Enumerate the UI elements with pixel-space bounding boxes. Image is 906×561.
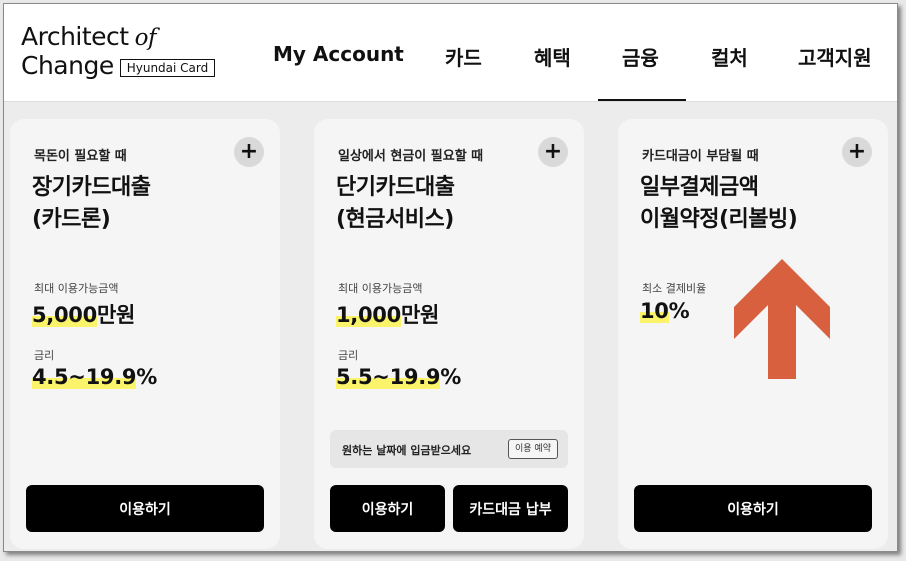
interest-label: 금리 [34,349,55,362]
interest-label: 금리 [338,349,359,362]
pay-card-bill-button[interactable]: 카드대금 납부 [453,485,568,532]
reservation-note-text: 원하는 날짜에 입금받으세요 [342,444,472,457]
expand-plus-icon[interactable]: + [538,137,568,167]
min-payment-label: 최소 결제비율 [642,282,707,295]
card-title: 일부결제금액 이월약정(리볼빙) [640,172,798,236]
interest-number: 4.5~19.9 [32,365,137,389]
card-subtitle: 목돈이 필요할 때 [34,149,127,164]
min-payment-unit: % [668,299,690,323]
logo-line1: Architect of [21,23,215,52]
max-amount-unit: 만원 [400,303,439,327]
expand-plus-icon[interactable]: + [842,137,872,167]
max-amount-value: 1,000만원 [336,299,439,329]
nav-my-account[interactable]: My Account [273,42,404,66]
up-arrow-annotation-icon [734,259,830,379]
card-subtitle: 일상에서 현금이 필요할 때 [338,149,484,164]
nav-finance[interactable]: 금융 [622,42,659,71]
max-amount-label: 최대 이용가능금액 [338,282,423,295]
max-amount-label: 최대 이용가능금액 [34,282,119,295]
card-title: 장기카드대출 (카드론) [32,172,151,236]
card-title: 단기카드대출 (현금서비스) [336,172,455,236]
logo-of: of [134,25,157,51]
interest-unit: % [440,365,461,389]
nav-active-underline [598,99,686,101]
logo-badge: Hyundai Card [119,58,216,77]
reservation-note: 원하는 날짜에 입금받으세요 이용 예약 [330,430,568,468]
interest-number: 5.5~19.9 [336,365,441,389]
interest-value: 4.5~19.9% [32,365,157,389]
nav-card[interactable]: 카드 [445,42,482,71]
apply-button[interactable]: 이용하기 [634,485,872,532]
nav-benefits[interactable]: 혜택 [534,42,571,71]
card-title-line2: (카드론) [32,207,111,232]
min-payment-value: 10% [640,299,690,323]
hyundai-card-logo[interactable]: Architect of Change Hyundai Card [21,23,216,80]
min-payment-number: 10 [640,299,669,323]
logo-change: Change [21,51,114,80]
reservation-button[interactable]: 이용 예약 [508,439,558,459]
nav-support[interactable]: 고객지원 [798,42,872,71]
logo-line2: Change Hyundai Card [21,51,216,80]
apply-button[interactable]: 이용하기 [330,485,445,532]
card-title-line1: 장기카드대출 [32,175,151,200]
card-subtitle: 카드대금이 부담될 때 [642,149,759,164]
max-amount-unit: 만원 [96,303,135,327]
nav-culture[interactable]: 컬처 [711,42,748,71]
site-header: Architect of Change Hyundai Card My Accou… [4,4,897,102]
card-title-line2: 이월약정(리볼빙) [640,207,798,232]
card-title-line1: 일부결제금액 [640,175,759,200]
max-amount-value: 5,000만원 [32,299,135,329]
card-long-term-loan: 목돈이 필요할 때 + 장기카드대출 (카드론) 최대 이용가능금액 5,000… [10,119,280,549]
max-amount-number: 1,000 [336,303,401,327]
interest-unit: % [136,365,157,389]
max-amount-number: 5,000 [32,303,97,327]
card-short-term-loan: 일상에서 현금이 필요할 때 + 단기카드대출 (현금서비스) 최대 이용가능금… [314,119,584,549]
browser-frame: Architect of Change Hyundai Card My Accou… [3,3,898,552]
interest-value: 5.5~19.9% [336,365,461,389]
card-title-line2: (현금서비스) [336,207,454,232]
expand-plus-icon[interactable]: + [234,137,264,167]
logo-architect: Architect [21,22,129,51]
card-title-line1: 단기카드대출 [336,175,455,200]
apply-button[interactable]: 이용하기 [26,485,264,532]
